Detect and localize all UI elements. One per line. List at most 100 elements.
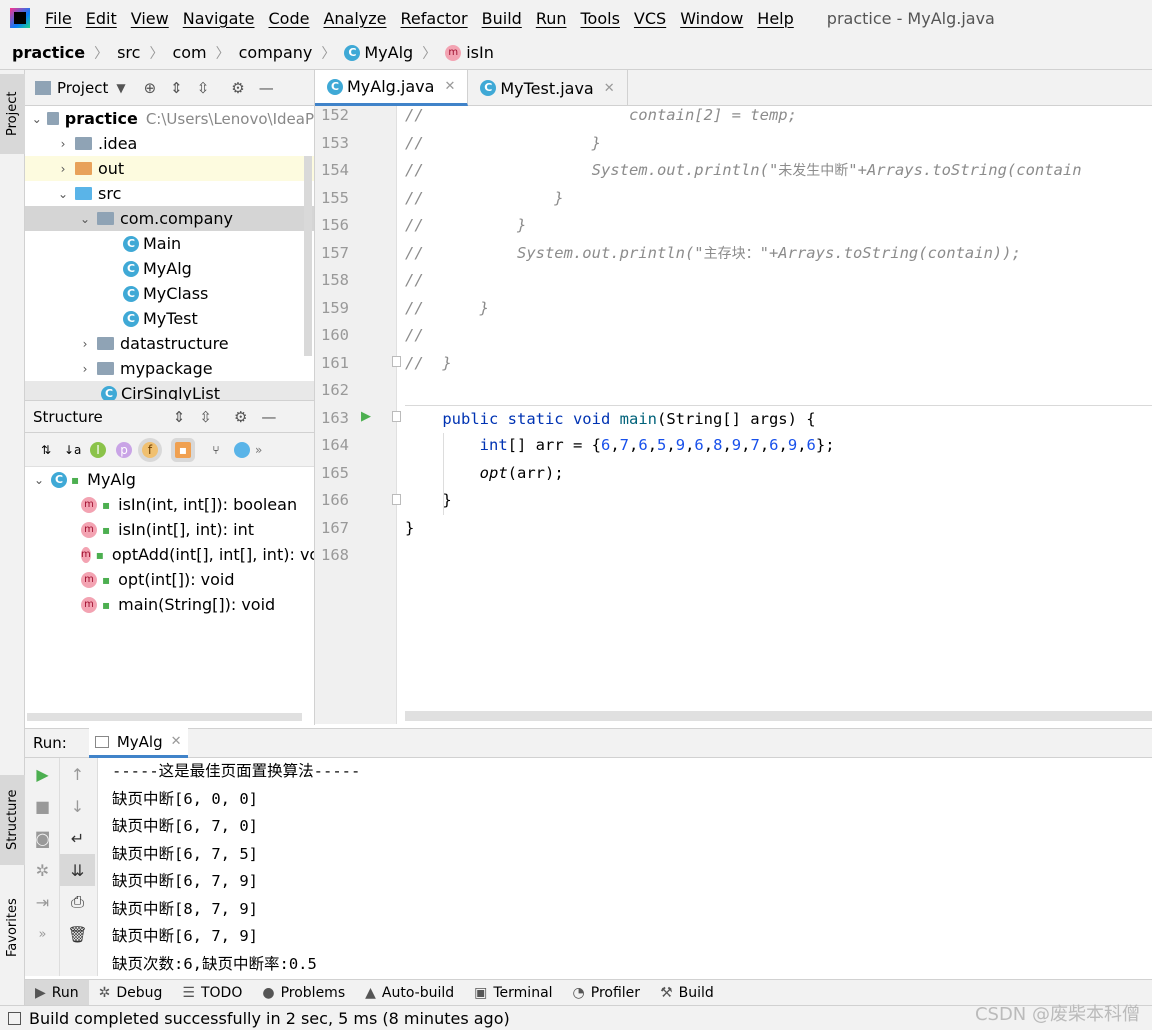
rerun-icon[interactable]: ▶ bbox=[25, 758, 60, 790]
stop-icon[interactable]: ■ bbox=[25, 790, 60, 822]
show-fields-icon[interactable]: f bbox=[142, 441, 158, 458]
minimize-icon[interactable]: — bbox=[259, 79, 274, 97]
anonymous-classes-icon[interactable]: ⑂ bbox=[208, 442, 224, 458]
collapse-all-icon[interactable]: ⇳ bbox=[197, 79, 210, 97]
chevron-right-icon[interactable]: › bbox=[77, 362, 93, 376]
tool-tab-run[interactable]: ▶ Run bbox=[25, 979, 89, 1007]
menu-code[interactable]: Code bbox=[262, 9, 317, 28]
tree-item-mypackage[interactable]: › mypackage bbox=[25, 356, 314, 381]
menu-tools[interactable]: Tools bbox=[574, 9, 627, 28]
run-gutter-icon[interactable]: ▶ bbox=[361, 409, 371, 424]
menu-navigate[interactable]: Navigate bbox=[176, 9, 262, 28]
debug-settings-icon[interactable]: ✲ bbox=[25, 854, 60, 886]
sidebar-tab-structure[interactable]: Structure bbox=[0, 775, 25, 865]
menu-file[interactable]: File bbox=[38, 9, 79, 28]
tree-item-src[interactable]: ⌄ src bbox=[25, 181, 314, 206]
tab-myalg-java[interactable]: C MyAlg.java ✕ bbox=[315, 70, 469, 106]
tree-item-myclass[interactable]: C MyClass bbox=[25, 281, 314, 306]
print-icon[interactable]: ⎙ bbox=[60, 886, 95, 918]
breadcrumb-item-company[interactable]: company bbox=[239, 43, 313, 62]
chevron-down-icon[interactable]: ▼ bbox=[116, 81, 125, 95]
chevron-down-icon[interactable]: ⌄ bbox=[77, 212, 93, 226]
tree-item-mytest[interactable]: C MyTest bbox=[25, 306, 314, 331]
structure-member[interactable]: m ▪ isIn(int, int[]): boolean bbox=[25, 492, 314, 517]
more-icon[interactable]: » bbox=[255, 443, 262, 457]
trash-icon[interactable]: 🗑 bbox=[60, 918, 95, 950]
structure-class-myalg[interactable]: ⌄ C ▪ MyAlg bbox=[25, 467, 314, 492]
expand-all-icon[interactable]: ⇕ bbox=[173, 408, 186, 426]
tool-tab-terminal[interactable]: ▣ Terminal bbox=[464, 980, 562, 1007]
sort-by-type-icon[interactable]: ⇅ bbox=[38, 442, 54, 458]
code-editor[interactable]: // contain[2] = temp; // } // System.out… bbox=[405, 102, 1152, 710]
lock-icon[interactable]: ▪ bbox=[175, 441, 191, 458]
chevron-down-icon[interactable]: ⌄ bbox=[55, 187, 71, 201]
tool-tab-problems[interactable]: ● Problems bbox=[252, 980, 355, 1007]
fold-icon[interactable] bbox=[392, 494, 401, 505]
menu-help[interactable]: Help bbox=[750, 9, 800, 28]
structure-member[interactable]: m ▪ isIn(int[], int): int bbox=[25, 517, 314, 542]
arrow-up-icon[interactable]: ↑ bbox=[60, 758, 95, 790]
fold-icon[interactable] bbox=[392, 411, 401, 422]
menu-view[interactable]: View bbox=[124, 9, 176, 28]
menu-analyze[interactable]: Analyze bbox=[316, 9, 393, 28]
status-square-icon[interactable] bbox=[8, 1011, 21, 1025]
breadcrumb-item-myalg[interactable]: MyAlg bbox=[364, 43, 413, 62]
tree-item-idea[interactable]: › .idea bbox=[25, 131, 314, 156]
scroll-to-end-icon[interactable]: ⇊ bbox=[60, 854, 95, 886]
more-icon[interactable]: » bbox=[25, 918, 60, 950]
close-icon[interactable]: ✕ bbox=[444, 79, 455, 94]
tree-item-out[interactable]: › out bbox=[25, 156, 314, 181]
breadcrumb-item-practice[interactable]: practice bbox=[12, 43, 85, 62]
chevron-right-icon[interactable]: › bbox=[77, 337, 93, 351]
camera-icon[interactable]: ◙ bbox=[25, 822, 60, 854]
menu-run[interactable]: Run bbox=[529, 9, 574, 28]
chevron-right-icon[interactable]: › bbox=[55, 162, 71, 176]
breadcrumb-item-com[interactable]: com bbox=[172, 43, 206, 62]
structure-member[interactable]: m ▪ optAdd(int[], int[], int): void bbox=[25, 542, 314, 567]
tab-mytest-java[interactable]: C MyTest.java ✕ bbox=[468, 70, 628, 106]
show-inherited-icon[interactable]: I bbox=[90, 441, 106, 458]
close-icon[interactable]: ✕ bbox=[604, 81, 615, 96]
sidebar-tab-favorites[interactable]: Favorites bbox=[0, 880, 25, 975]
tool-tab-build[interactable]: ⚒ Build bbox=[650, 980, 724, 1007]
project-header-label[interactable]: Project bbox=[57, 79, 108, 97]
gear-icon[interactable]: ⚙ bbox=[231, 79, 244, 97]
tree-item-cirsinglylist[interactable]: C CirSinglyList bbox=[25, 381, 314, 400]
sidebar-tab-project[interactable]: Project bbox=[0, 74, 25, 154]
run-tab-myalg[interactable]: MyAlg ✕ bbox=[88, 728, 188, 758]
sort-alphabetically-icon[interactable]: ↓a bbox=[64, 442, 81, 458]
close-icon[interactable]: ✕ bbox=[171, 734, 182, 749]
minimize-icon[interactable]: — bbox=[261, 408, 276, 426]
expand-all-icon[interactable]: ⇕ bbox=[170, 79, 183, 97]
chevron-down-icon[interactable]: ⌄ bbox=[31, 473, 47, 487]
breadcrumb-item-isin[interactable]: isIn bbox=[466, 43, 494, 62]
chevron-down-icon[interactable]: ⌄ bbox=[31, 112, 43, 126]
menu-build[interactable]: Build bbox=[475, 9, 529, 28]
structure-member[interactable]: m ▪ main(String[]): void bbox=[25, 592, 314, 617]
menu-vcs[interactable]: VCS bbox=[627, 9, 673, 28]
breadcrumb-item-src[interactable]: src bbox=[117, 43, 140, 62]
exit-icon[interactable]: ⇥ bbox=[25, 886, 60, 918]
tool-tab-todo[interactable]: ☰ TODO bbox=[172, 980, 252, 1007]
fold-icon[interactable] bbox=[392, 356, 401, 367]
lambdas-icon[interactable] bbox=[234, 441, 250, 458]
tool-tab-auto-build[interactable]: ▲ Auto-build bbox=[355, 980, 464, 1007]
horizontal-scrollbar[interactable] bbox=[27, 713, 302, 721]
soft-wrap-icon[interactable]: ↵ bbox=[60, 822, 95, 854]
scrollbar[interactable] bbox=[304, 156, 312, 356]
tool-tab-debug[interactable]: ✲ Debug bbox=[89, 980, 173, 1007]
chevron-right-icon[interactable]: › bbox=[55, 137, 71, 151]
structure-member[interactable]: m ▪ opt(int[]): void bbox=[25, 567, 314, 592]
locate-icon[interactable]: ⊕ bbox=[144, 79, 157, 97]
tree-item-practice[interactable]: ⌄ practice C:\Users\Lenovo\IdeaP bbox=[25, 106, 314, 131]
horizontal-scrollbar[interactable] bbox=[405, 711, 1152, 721]
console-output[interactable]: -----这是最佳页面置换算法----- 缺页中断[6, 0, 0] 缺页中断[… bbox=[112, 758, 1152, 978]
tree-item-com-company[interactable]: ⌄ com.company bbox=[25, 206, 314, 231]
menu-edit[interactable]: Edit bbox=[79, 9, 124, 28]
menu-window[interactable]: Window bbox=[673, 9, 750, 28]
tree-item-main[interactable]: C Main bbox=[25, 231, 314, 256]
tool-tab-profiler[interactable]: ◔ Profiler bbox=[563, 980, 651, 1007]
tree-item-myalg[interactable]: C MyAlg bbox=[25, 256, 314, 281]
arrow-down-icon[interactable]: ↓ bbox=[60, 790, 95, 822]
tree-item-datastructure[interactable]: › datastructure bbox=[25, 331, 314, 356]
